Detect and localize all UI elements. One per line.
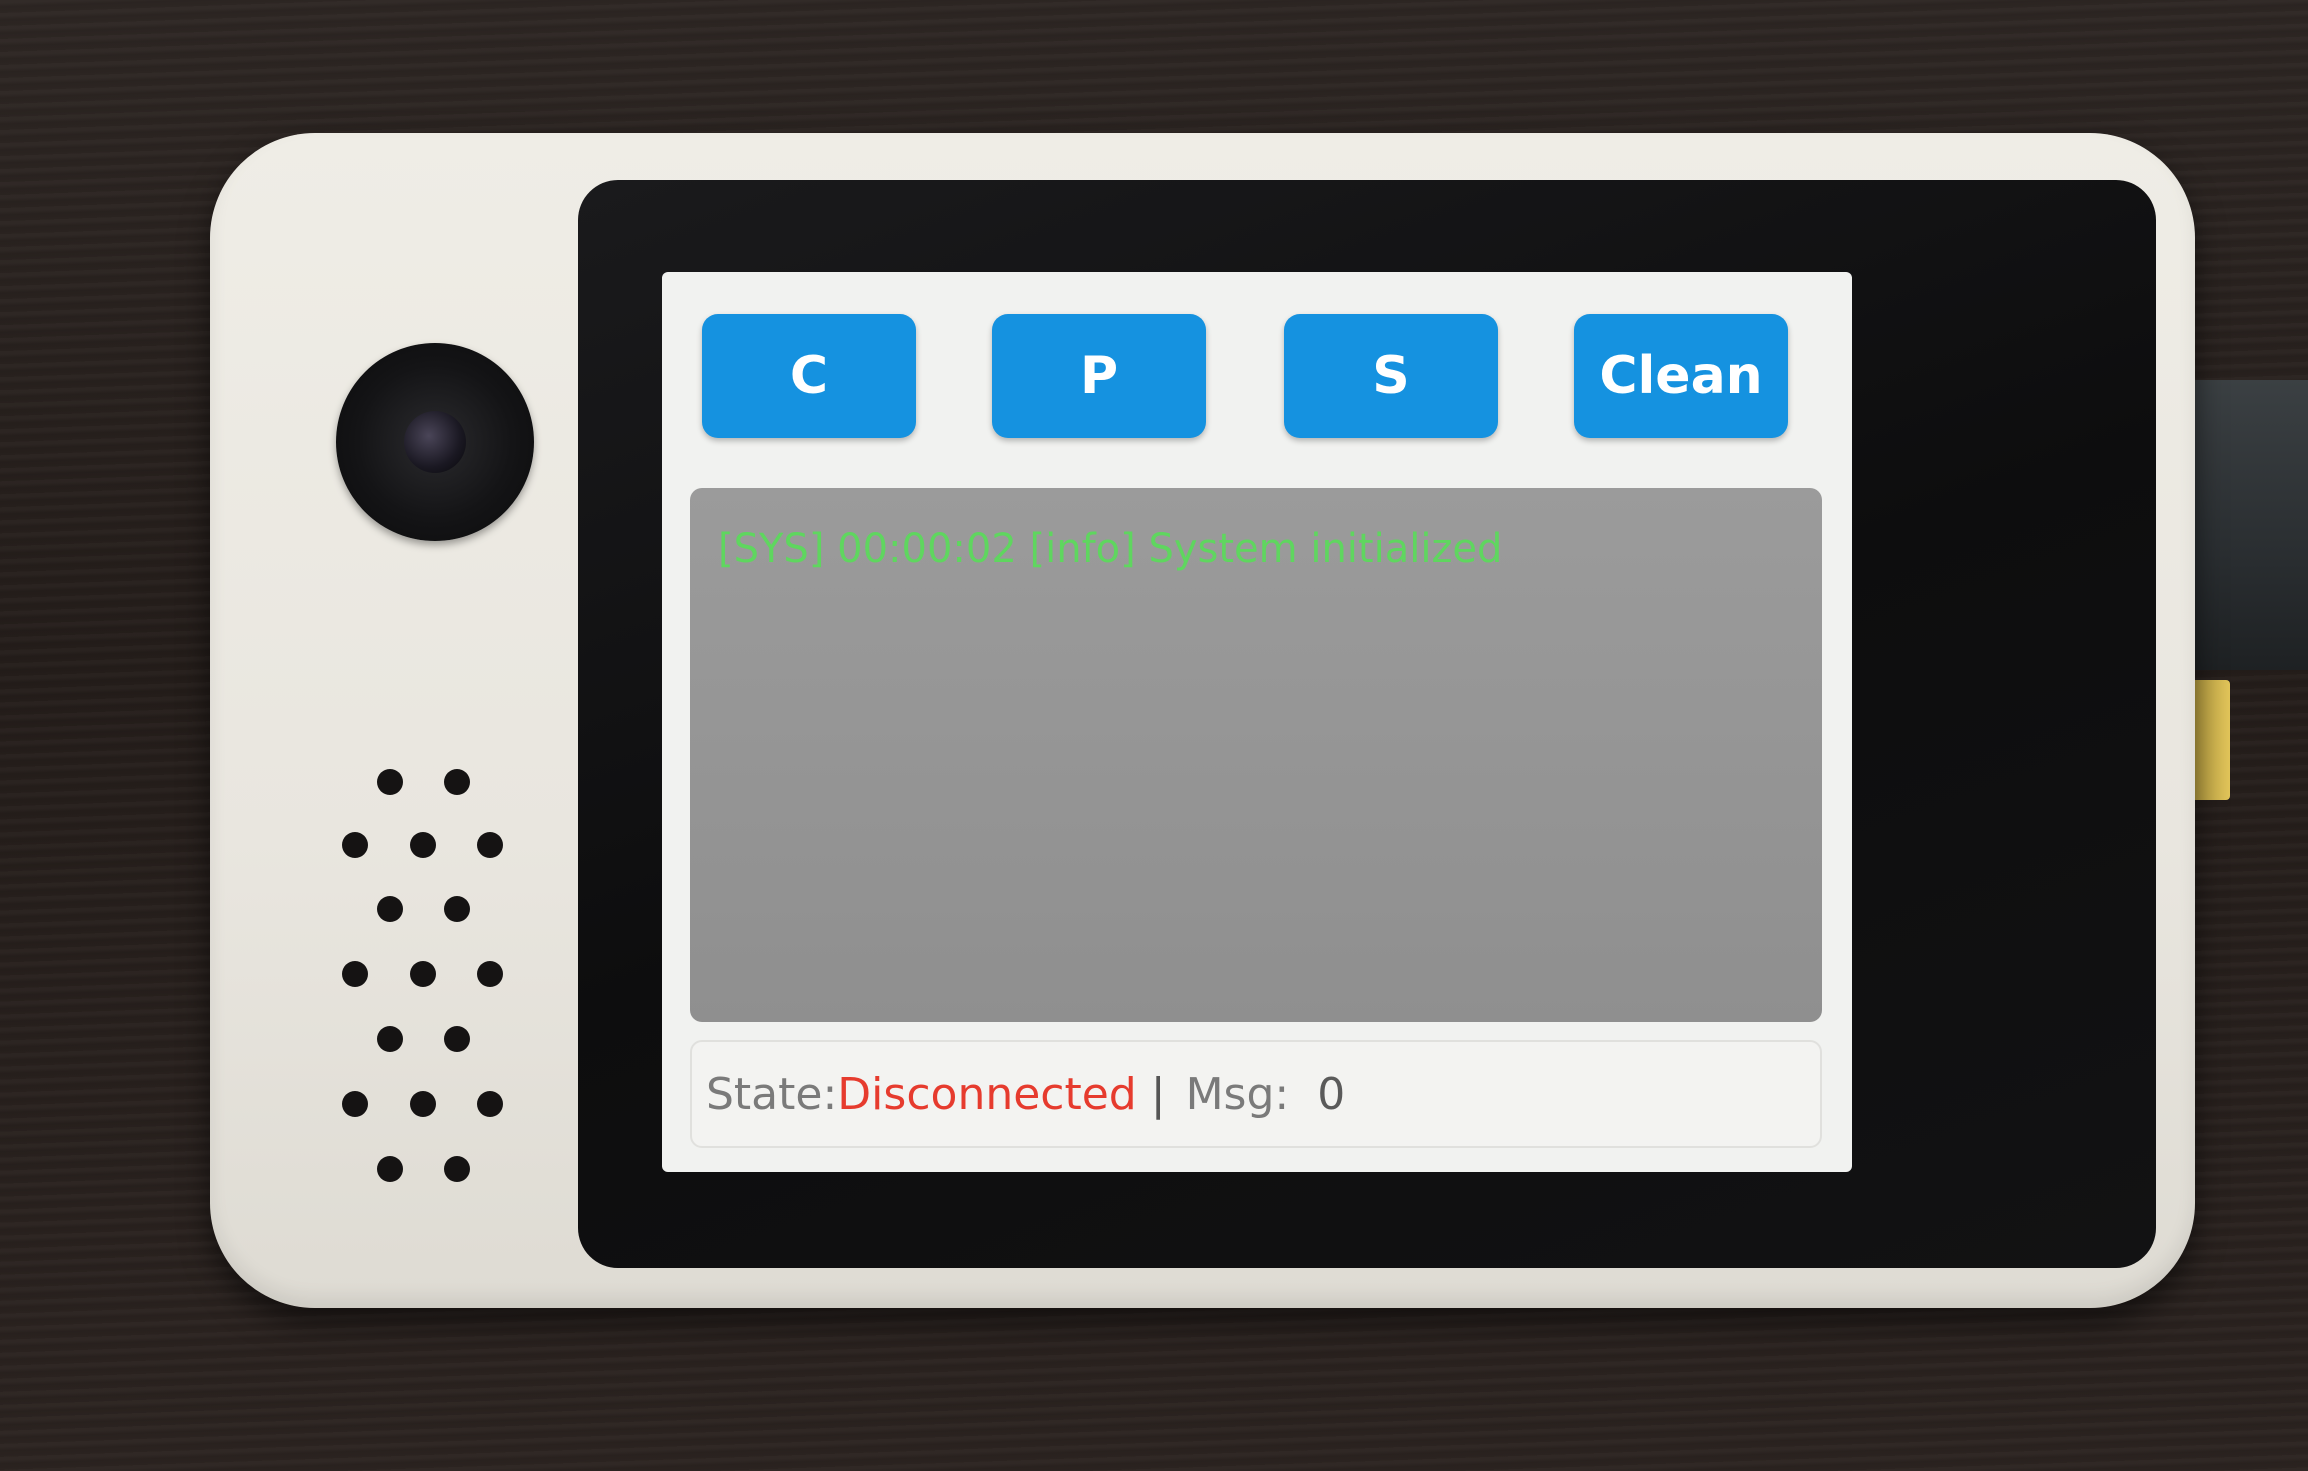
speaker-hole — [342, 832, 368, 858]
c-button[interactable]: C — [702, 314, 916, 438]
status-separator: | — [1150, 1068, 1166, 1120]
usb-connector — [2190, 680, 2230, 800]
usb-cable — [2178, 380, 2308, 670]
p-button[interactable]: P — [992, 314, 1206, 438]
state-label: State: — [706, 1068, 838, 1120]
button-toolbar: C P S Clean — [662, 272, 1852, 472]
s-button[interactable]: S — [1284, 314, 1498, 438]
speaker-hole — [444, 1156, 470, 1182]
clean-button[interactable]: Clean — [1574, 314, 1788, 438]
speaker-hole — [444, 769, 470, 795]
speaker-hole — [477, 1091, 503, 1117]
speaker-hole — [342, 961, 368, 987]
log-line: [SYS] 00:00:02 [info] System initialized — [718, 526, 1503, 572]
speaker-hole — [477, 832, 503, 858]
lcd-screen: C P S Clean [SYS] 00:00:02 [info] System… — [662, 272, 1852, 1172]
log-panel[interactable]: [SYS] 00:00:02 [info] System initialized — [690, 488, 1822, 1022]
speaker-hole — [477, 961, 503, 987]
connection-state-value: Disconnected — [837, 1068, 1137, 1120]
camera-module — [336, 343, 534, 541]
camera-lens — [404, 411, 466, 473]
speaker-hole — [410, 961, 436, 987]
speaker-hole — [377, 1026, 403, 1052]
speaker-hole — [410, 832, 436, 858]
status-bar: State: Disconnected | Msg: 0 — [690, 1040, 1822, 1148]
speaker-hole — [410, 1091, 436, 1117]
message-count: 0 — [1317, 1068, 1346, 1120]
speaker-hole — [377, 769, 403, 795]
msg-label: Msg: — [1185, 1068, 1290, 1120]
speaker-hole — [444, 1026, 470, 1052]
speaker-hole — [377, 1156, 403, 1182]
speaker-hole — [444, 896, 470, 922]
speaker-hole — [342, 1091, 368, 1117]
speaker-hole — [377, 896, 403, 922]
